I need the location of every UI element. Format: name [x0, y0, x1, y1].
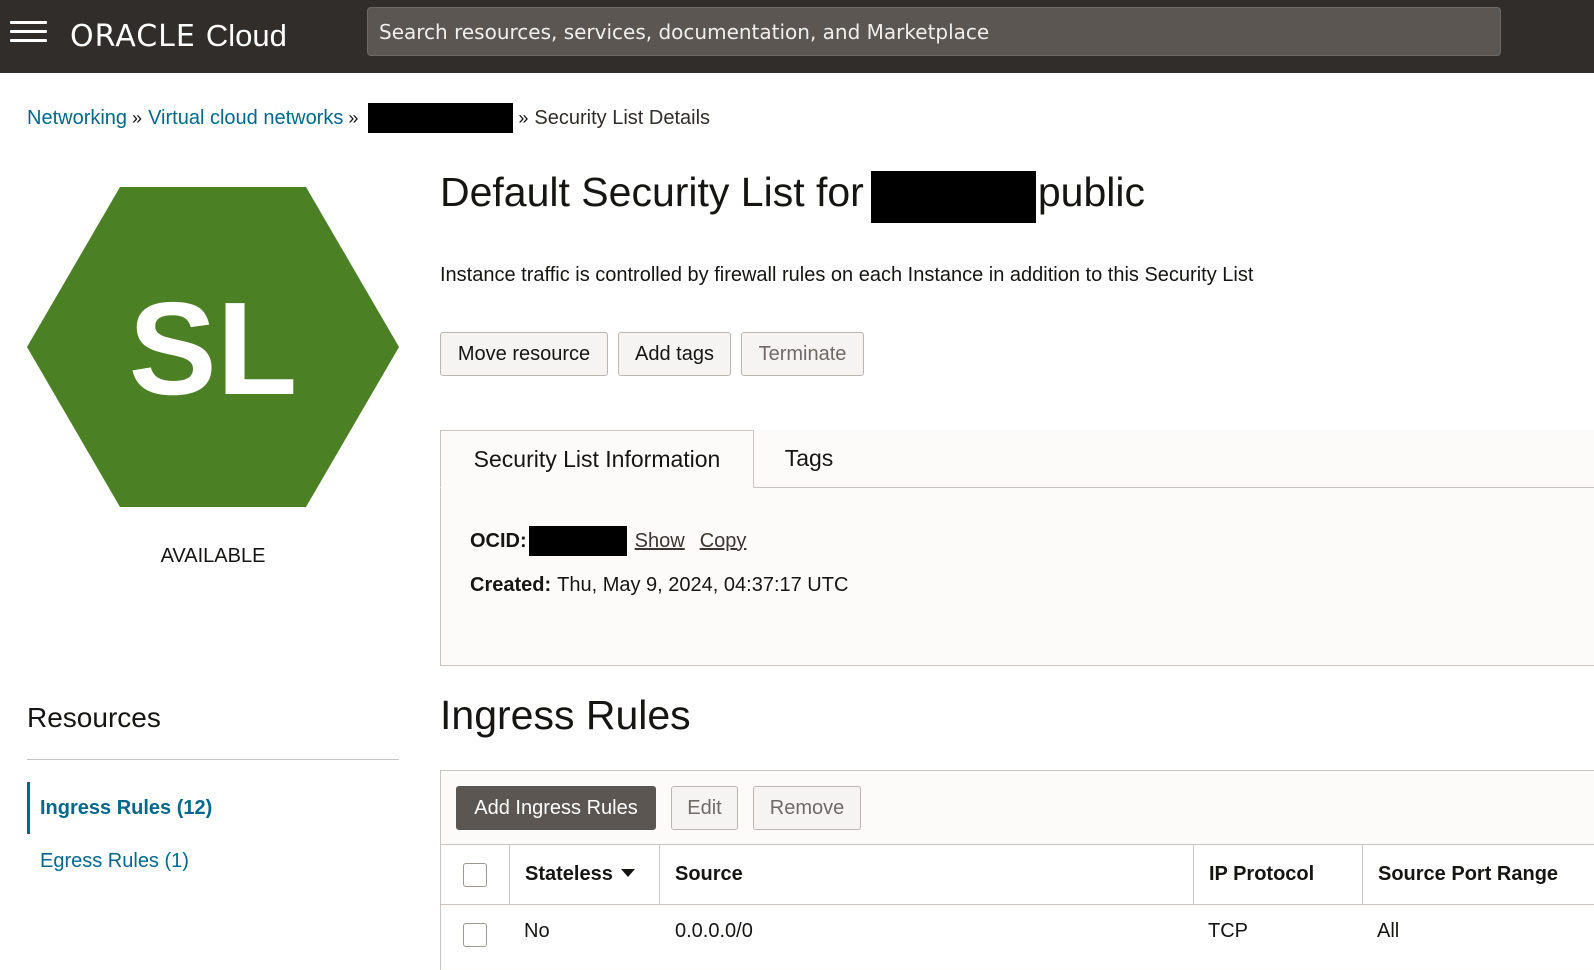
redacted-title-name: [870, 171, 1036, 223]
add-ingress-rules-button[interactable]: Add Ingress Rules: [456, 786, 656, 830]
created-row: Created: Thu, May 9, 2024, 04:37:17 UTC: [470, 572, 848, 598]
terminate-button[interactable]: Terminate: [741, 332, 864, 376]
sort-caret-down-icon: [620, 869, 635, 877]
column-header-source-port-range: Source Port Range: [1378, 863, 1559, 885]
breadcrumb-current: Security List Details: [534, 106, 711, 129]
page-title: Default Security List for public: [440, 168, 1145, 223]
add-tags-button[interactable]: Add tags: [618, 332, 731, 376]
page-title-prefix: Default Security List for: [440, 168, 864, 215]
page-description: Instance traffic is controlled by firewa…: [440, 264, 1254, 286]
tab-bar-divider: [753, 487, 1594, 488]
column-header-stateless[interactable]: Stateless: [510, 844, 635, 905]
remove-button[interactable]: Remove: [753, 786, 861, 830]
ocid-copy-link[interactable]: Copy: [700, 530, 747, 553]
ingress-rules-heading: Ingress Rules: [440, 692, 691, 738]
page-title-suffix: public: [1037, 168, 1145, 215]
security-list-hexagon-icon: SL: [27, 187, 399, 507]
sidebar-item-egress-rules[interactable]: Egress Rules (1): [27, 835, 399, 887]
edit-button[interactable]: Edit: [671, 786, 738, 830]
created-label: Created:: [470, 573, 552, 596]
tab-tags[interactable]: Tags: [754, 430, 864, 487]
ocid-show-link[interactable]: Show: [635, 530, 685, 553]
column-header-stateless-label: Stateless: [525, 863, 613, 885]
breadcrumb-networking[interactable]: Networking: [27, 107, 127, 130]
tab-security-list-information[interactable]: Security List Information: [440, 430, 754, 488]
cell-source-port-range: All: [1377, 920, 1400, 942]
column-header-source: Source: [675, 863, 743, 885]
logo-cloud-text: Cloud: [205, 18, 287, 53]
ocid-row: OCID: Show Copy: [470, 526, 761, 556]
status-label: AVAILABLE: [160, 545, 266, 567]
move-resource-button[interactable]: Move resource: [440, 332, 608, 376]
created-value: Thu, May 9, 2024, 04:37:17 UTC: [557, 573, 849, 596]
search-input[interactable]: [367, 7, 1501, 56]
oracle-cloud-logo[interactable]: ORACLE Cloud: [70, 14, 287, 58]
column-header-ip-protocol: IP Protocol: [1209, 863, 1315, 885]
cell-stateless: No: [524, 920, 550, 942]
cell-ip-protocol: TCP: [1208, 920, 1248, 942]
resources-divider: [27, 759, 399, 760]
redacted-vcn-name[interactable]: [368, 103, 514, 133]
resource-abbreviation: SL: [129, 275, 298, 422]
cell-source: 0.0.0.0/0: [675, 920, 753, 942]
sidebar-item-ingress-rules[interactable]: Ingress Rules (12): [27, 782, 399, 834]
breadcrumb-separator: »: [132, 107, 143, 128]
hamburger-menu-icon[interactable]: [10, 21, 47, 45]
logo-oracle-text: ORACLE: [70, 18, 196, 54]
select-all-checkbox[interactable]: [463, 863, 487, 887]
breadcrumb-virtual-cloud-networks[interactable]: Virtual cloud networks: [148, 107, 343, 130]
breadcrumb-separator: »: [518, 107, 529, 128]
top-navigation-bar: ORACLE Cloud: [0, 0, 1594, 73]
redacted-ocid: [528, 526, 627, 556]
resources-heading: Resources: [27, 702, 161, 733]
breadcrumb: Networking » Virtual cloud networks » » …: [27, 103, 710, 133]
ocid-label: OCID:: [470, 529, 527, 552]
table-row: [441, 906, 1594, 969]
breadcrumb-separator: »: [348, 107, 359, 128]
row-checkbox[interactable]: [463, 923, 487, 947]
